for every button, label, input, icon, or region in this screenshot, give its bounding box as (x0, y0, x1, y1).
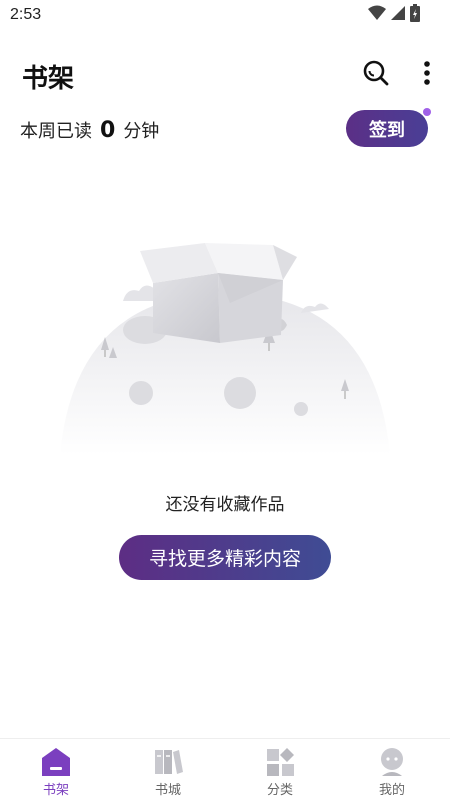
search-icon (362, 59, 390, 91)
status-time: 2:53 (10, 6, 42, 23)
tab-label: 书架 (42, 783, 69, 798)
tab-label: 我的 (378, 783, 405, 798)
header: 书架 (0, 52, 450, 98)
empty-box-illustration (55, 225, 395, 465)
tab-categories[interactable]: 分类 (224, 739, 336, 800)
tab-profile[interactable]: 我的 (336, 739, 448, 800)
reading-prefix: 本周已读 (20, 121, 92, 142)
wifi-icon (368, 5, 386, 25)
notification-dot (423, 108, 431, 116)
battery-icon (410, 4, 420, 26)
discover-content-button[interactable]: 寻找更多精彩内容 (119, 535, 331, 580)
bottom-tab-bar: 书架 书城 分类 我的 (0, 738, 450, 800)
status-icons (368, 4, 420, 26)
reading-suffix: 分钟 (123, 121, 160, 142)
home-shelf-icon (40, 746, 72, 778)
tab-bookshelf[interactable]: 书架 (0, 739, 112, 800)
reading-minutes: 0 (100, 118, 116, 143)
profile-icon (376, 746, 408, 778)
tab-label: 书城 (154, 783, 181, 798)
tab-bookstore[interactable]: 书城 (112, 739, 224, 800)
page-title: 书架 (22, 64, 75, 94)
weekly-reading-summary: 本周已读 0 分钟 (20, 117, 159, 143)
signal-icon (390, 5, 406, 25)
tab-label: 分类 (266, 783, 293, 798)
more-options-button[interactable] (410, 58, 444, 92)
more-vertical-icon (423, 60, 431, 90)
weekly-reading-row: 本周已读 0 分钟 签到 (0, 110, 450, 150)
grid-icon (264, 746, 296, 778)
search-button[interactable] (359, 58, 393, 92)
checkin-button[interactable]: 签到 (346, 110, 428, 147)
status-bar: 2:53 (0, 0, 450, 32)
empty-state-message: 还没有收藏作品 (165, 495, 285, 515)
books-icon (152, 746, 184, 778)
